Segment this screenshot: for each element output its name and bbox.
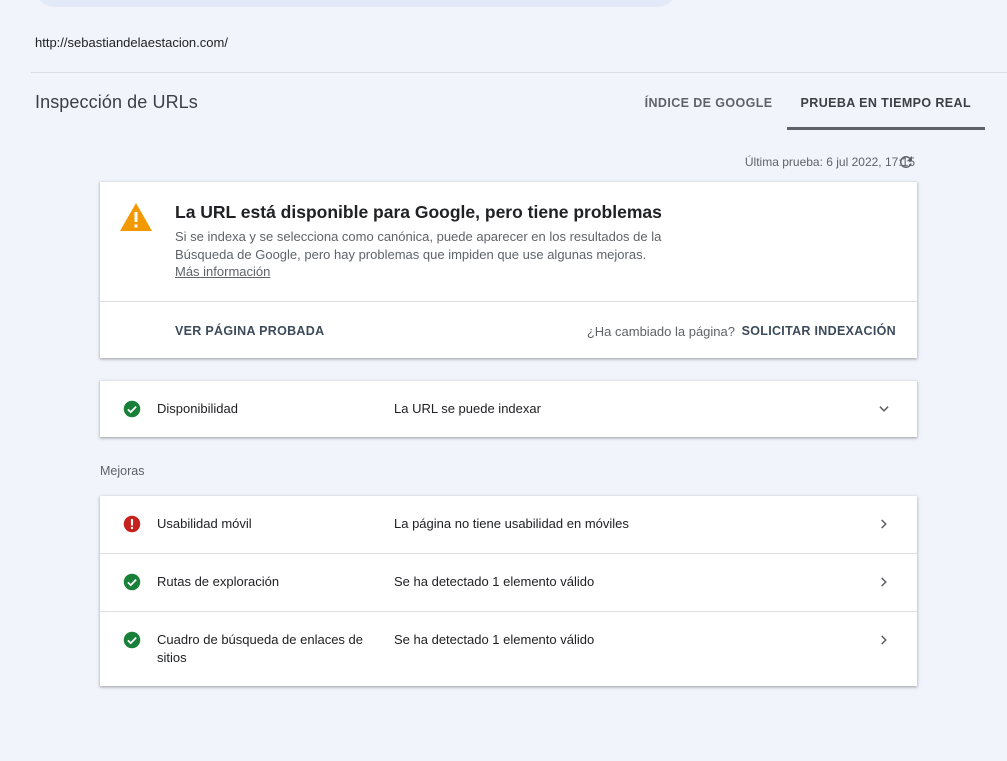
- availability-label: Disponibilidad: [157, 401, 238, 416]
- chevron-right-icon[interactable]: [877, 633, 891, 647]
- search-bar-edge: [36, 0, 676, 7]
- enhancement-label: Cuadro de búsqueda de enlaces de sitios: [157, 632, 363, 665]
- enhancements-section-label: Mejoras: [100, 464, 145, 478]
- check-circle-icon: [123, 631, 141, 649]
- request-indexing-button[interactable]: SOLICITAR INDEXACIÓN: [742, 324, 896, 338]
- chevron-right-icon[interactable]: [877, 517, 891, 531]
- page-changed-question: ¿Ha cambiado la página?: [586, 324, 735, 339]
- enhancement-row-breadcrumbs[interactable]: Rutas de exploración Se ha detectado 1 e…: [100, 554, 917, 611]
- availability-row[interactable]: Disponibilidad La URL se puede indexar: [100, 381, 917, 437]
- availability-value: La URL se puede indexar: [394, 401, 541, 416]
- availability-card: Disponibilidad La URL se puede indexar: [100, 381, 917, 437]
- status-title: La URL está disponible para Google, pero…: [175, 202, 662, 222]
- enhancement-label: Rutas de exploración: [157, 574, 280, 589]
- refresh-icon[interactable]: [897, 153, 915, 171]
- header-divider: [31, 72, 1007, 73]
- chevron-right-icon[interactable]: [877, 575, 891, 589]
- card-divider: [100, 301, 917, 302]
- warning-icon: [120, 203, 152, 231]
- enhancement-row-mobile-usability[interactable]: Usabilidad móvil La página no tiene usab…: [100, 496, 917, 553]
- enhancement-value: La página no tiene usabilidad en móviles: [394, 516, 629, 531]
- last-test-timestamp: Última prueba: 6 jul 2022, 17:15: [744, 155, 915, 169]
- inspected-url: http://sebastiandelaestacion.com/: [35, 35, 228, 50]
- tab-google-index[interactable]: ÍNDICE DE GOOGLE: [631, 78, 787, 130]
- enhancements-card: Usabilidad móvil La página no tiene usab…: [100, 496, 917, 686]
- enhancement-row-sitelinks-searchbox[interactable]: Cuadro de búsqueda de enlaces de sitios …: [100, 612, 917, 686]
- chevron-down-icon[interactable]: [877, 402, 891, 416]
- tab-bar: ÍNDICE DE GOOGLE PRUEBA EN TIEMPO REAL: [631, 78, 985, 130]
- page-title: Inspección de URLs: [35, 92, 198, 112]
- enhancement-label: Usabilidad móvil: [157, 516, 252, 531]
- error-icon: [123, 515, 141, 533]
- enhancement-value: Se ha detectado 1 elemento válido: [394, 574, 595, 589]
- view-tested-page-button[interactable]: VER PÁGINA PROBADA: [175, 324, 324, 338]
- status-card: La URL está disponible para Google, pero…: [100, 182, 917, 358]
- enhancement-value: Se ha detectado 1 elemento válido: [394, 632, 595, 647]
- status-description: Si se indexa y se selecciona como canóni…: [175, 229, 662, 262]
- check-circle-icon: [123, 573, 141, 591]
- more-info-link[interactable]: Más información: [175, 264, 270, 279]
- tab-live-test[interactable]: PRUEBA EN TIEMPO REAL: [786, 78, 985, 130]
- check-circle-icon: [123, 400, 141, 418]
